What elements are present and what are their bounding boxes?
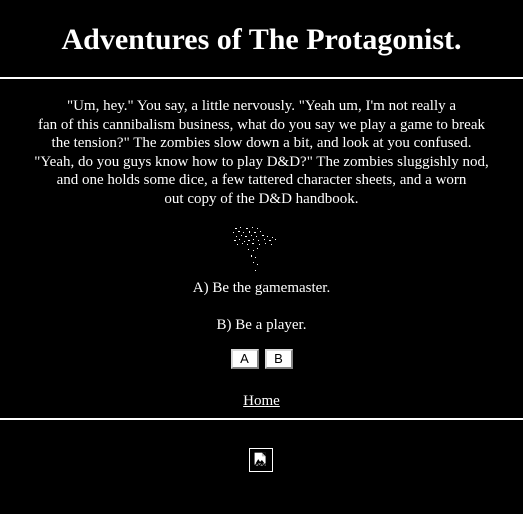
story-line: "Yeah, do you guys know how to play D&D?… [34, 153, 489, 170]
broken-image-icon [249, 448, 273, 472]
footer-divider [0, 418, 523, 420]
story-line: the tension?" The zombies slow down a bi… [51, 135, 472, 151]
choice-a-button[interactable]: A [230, 349, 259, 369]
choice-buttons: A B [0, 349, 523, 369]
page-title: Adventures of The Protagonist. [61, 23, 462, 56]
zombie-sketch-image [233, 227, 276, 271]
choice-b-text: B) Be a player. [216, 317, 307, 333]
header-divider [0, 77, 523, 79]
home-nav: Home [0, 392, 523, 410]
story-line: out copy of the D&D handbook. [164, 190, 359, 207]
story-text: "Um, hey." You say, a little nervously. … [0, 97, 523, 208]
story-line: fan of this cannibalism business, what d… [38, 116, 485, 133]
story-line: and one holds some dice, a few tattered … [56, 172, 467, 188]
story-line: "Um, hey." You say, a little nervously. … [66, 98, 457, 114]
page: Adventures of The Protagonist. "Um, hey.… [0, 0, 523, 514]
choice-a-text: A) Be the gamemaster. [192, 280, 331, 296]
home-link[interactable]: Home [243, 393, 280, 409]
choice-b-button[interactable]: B [264, 349, 293, 369]
